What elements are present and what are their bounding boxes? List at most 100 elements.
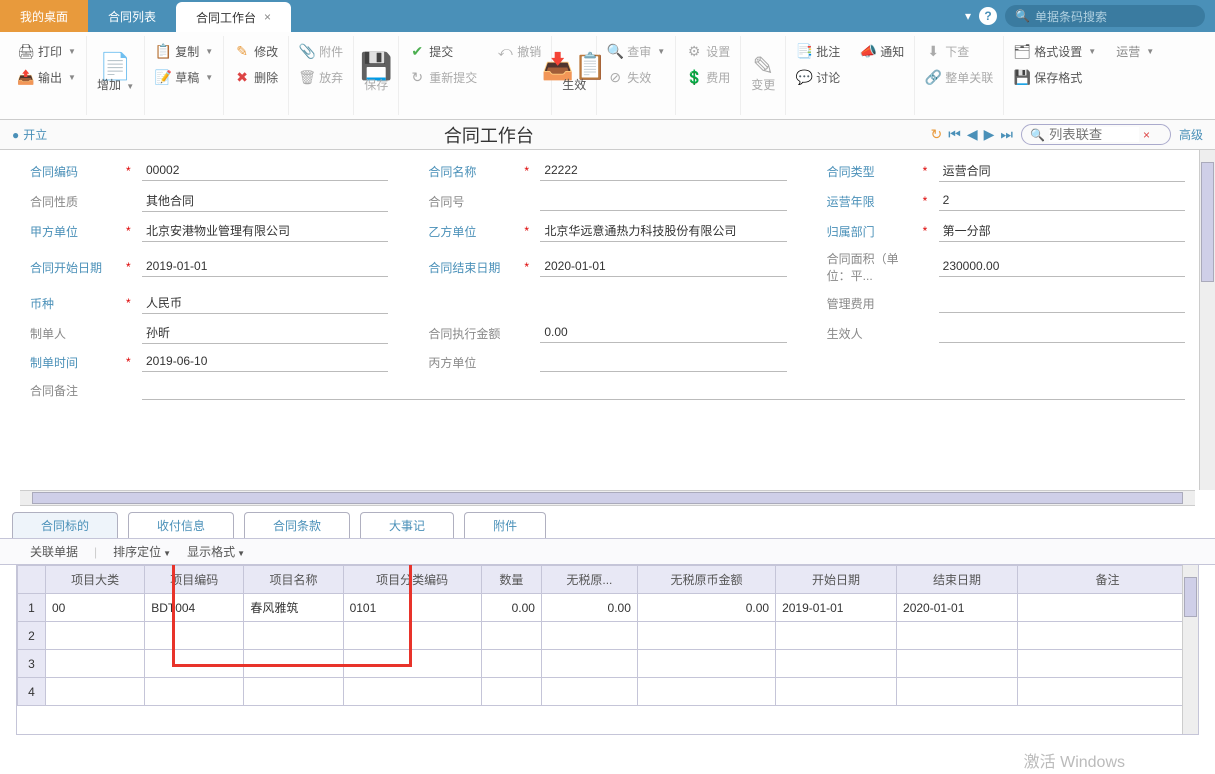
print-button[interactable]: 打印▼	[14, 38, 80, 64]
discard-button[interactable]: 放弃	[295, 64, 347, 90]
void-button[interactable]: 失效	[603, 64, 669, 90]
batch-button[interactable]: 批注	[792, 38, 844, 64]
link-all-button[interactable]: 整单关联	[921, 64, 997, 90]
tab-subject[interactable]: 合同标的	[12, 512, 118, 538]
dropdown-icon[interactable]: ▾	[965, 9, 971, 23]
save-button[interactable]: 保存	[360, 38, 392, 113]
fee-button[interactable]: 费用	[682, 64, 734, 90]
field-start[interactable]: 2019-01-01	[142, 257, 388, 277]
barcode-search-input[interactable]: 🔍 单据条码搜索	[1005, 5, 1205, 27]
copy-button[interactable]: 复制▼	[151, 38, 217, 64]
add-button[interactable]: 📄 增加 ▼	[93, 38, 138, 113]
close-icon[interactable]: ×	[264, 10, 271, 24]
tab-attachment[interactable]: 附件	[464, 512, 546, 538]
col-price[interactable]: 无税原...	[541, 566, 637, 594]
assoc-doc-button[interactable]: 关联单据	[30, 543, 78, 560]
tab-contract-list[interactable]: 合同列表	[88, 0, 176, 32]
field-partyA[interactable]: 北京安港物业管理有限公司	[142, 220, 388, 242]
field-exec-amount[interactable]: 0.00	[540, 323, 786, 343]
tab-payment[interactable]: 收付信息	[128, 512, 234, 538]
field-create-time[interactable]: 2019-06-10	[142, 352, 388, 372]
label-years: 运营年限	[827, 193, 917, 210]
add-icon: 📄	[108, 58, 124, 74]
label-creator: 制单人	[30, 325, 120, 342]
form-hscrollbar[interactable]	[20, 490, 1195, 506]
table-row[interactable]: 1 00 BDT004 春风雅筑 0101 0.00 0.00 0.00 201…	[18, 594, 1198, 622]
field-end[interactable]: 2020-01-01	[540, 257, 786, 277]
field-partyB[interactable]: 北京华远意通热力科技股份有限公司	[540, 220, 786, 242]
page-title: 合同工作台	[47, 122, 930, 148]
tab-terms[interactable]: 合同条款	[244, 512, 350, 538]
table-row[interactable]: 3	[18, 650, 1198, 678]
take-effect-button[interactable]: 📋 生效	[558, 38, 590, 113]
table-row[interactable]: 2	[18, 622, 1198, 650]
col-start[interactable]: 开始日期	[776, 566, 897, 594]
output-button[interactable]: 输出▼	[14, 64, 80, 90]
change-button[interactable]: 变更	[747, 38, 779, 113]
nav-next-icon[interactable]: ▶	[984, 126, 995, 143]
field-remark[interactable]	[142, 380, 1185, 400]
label-remark: 合同备注	[30, 382, 120, 399]
notify-button[interactable]: 通知	[856, 38, 908, 64]
draft-button[interactable]: 草稿▼	[151, 64, 217, 90]
field-area[interactable]: 230000.00	[939, 257, 1185, 277]
field-creator[interactable]: 孙昕	[142, 322, 388, 344]
field-nature[interactable]: 其他合同	[142, 190, 388, 212]
label-area: 合同面积（单位：平...	[827, 250, 917, 284]
field-code[interactable]: 00002	[142, 161, 388, 181]
nav-first-icon[interactable]: ⏮	[948, 126, 961, 143]
sort-button[interactable]: 排序定位▼	[113, 543, 171, 560]
advanced-link[interactable]: 高级	[1179, 126, 1203, 143]
settings-button[interactable]: 设置	[682, 38, 734, 64]
field-partyC[interactable]	[540, 352, 786, 372]
discuss-button[interactable]: 讨论	[792, 64, 844, 90]
review-button[interactable]: 查审▼	[603, 38, 669, 64]
col-code[interactable]: 项目编码	[145, 566, 244, 594]
label-exec-amount: 合同执行金额	[428, 325, 518, 342]
format-button[interactable]: 格式设置▼	[1010, 38, 1100, 64]
field-name[interactable]: 22222	[540, 161, 786, 181]
label-currency: 币种	[30, 295, 120, 312]
label-partyA: 甲方单位	[30, 223, 120, 240]
col-name[interactable]: 项目名称	[244, 566, 343, 594]
col-qty[interactable]: 数量	[481, 566, 541, 594]
detail-grid[interactable]: 项目大类 项目编码 项目名称 项目分类编码 数量 无税原... 无税原币金额 开…	[17, 565, 1198, 706]
field-currency[interactable]: 人民币	[142, 292, 388, 314]
list-search-input[interactable]: 🔍 ×	[1021, 124, 1171, 145]
download-button[interactable]: 下查	[921, 38, 997, 64]
display-format-button[interactable]: 显示格式▼	[187, 543, 245, 560]
field-mgmt-fee[interactable]	[939, 293, 1185, 313]
tab-events[interactable]: 大事记	[360, 512, 454, 538]
grid-vscrollbar[interactable]	[1182, 565, 1198, 734]
modify-button[interactable]: 修改	[230, 38, 282, 64]
label-partyB: 乙方单位	[428, 223, 518, 240]
col-class-code[interactable]: 项目分类编码	[343, 566, 481, 594]
help-icon[interactable]: ?	[979, 7, 997, 25]
change-icon	[755, 58, 771, 74]
tab-desktop[interactable]: 我的桌面	[0, 0, 88, 32]
delete-button[interactable]: 删除	[230, 64, 282, 90]
label-number: 合同号	[428, 193, 518, 210]
cancel-submit-button[interactable]: 撤销	[493, 38, 545, 64]
clear-icon[interactable]: ×	[1143, 128, 1150, 142]
tab-contract-workbench[interactable]: 合同工作台 ×	[176, 2, 291, 32]
field-years[interactable]: 2	[939, 191, 1185, 211]
form-vscrollbar[interactable]	[1199, 150, 1215, 490]
field-approver[interactable]	[939, 323, 1185, 343]
save-format-button[interactable]: 保存格式	[1010, 64, 1100, 90]
col-remark[interactable]: 备注	[1018, 566, 1198, 594]
refresh-icon[interactable]: ↻	[930, 126, 942, 143]
field-type[interactable]: 运营合同	[939, 160, 1185, 182]
col-cat[interactable]: 项目大类	[46, 566, 145, 594]
resubmit-button[interactable]: 重新提交	[405, 64, 481, 90]
col-end[interactable]: 结束日期	[897, 566, 1018, 594]
table-row[interactable]: 4	[18, 678, 1198, 706]
field-number[interactable]	[540, 191, 786, 211]
col-amount[interactable]: 无税原币金额	[637, 566, 775, 594]
nav-last-icon[interactable]: ⏭	[1000, 126, 1013, 143]
nav-prev-icon[interactable]: ◀	[967, 126, 978, 143]
biz-label[interactable]: 运营▼	[1112, 38, 1158, 64]
attach-button[interactable]: 附件	[295, 38, 347, 64]
field-dept[interactable]: 第一分部	[939, 220, 1185, 242]
submit-button[interactable]: 提交	[405, 38, 481, 64]
